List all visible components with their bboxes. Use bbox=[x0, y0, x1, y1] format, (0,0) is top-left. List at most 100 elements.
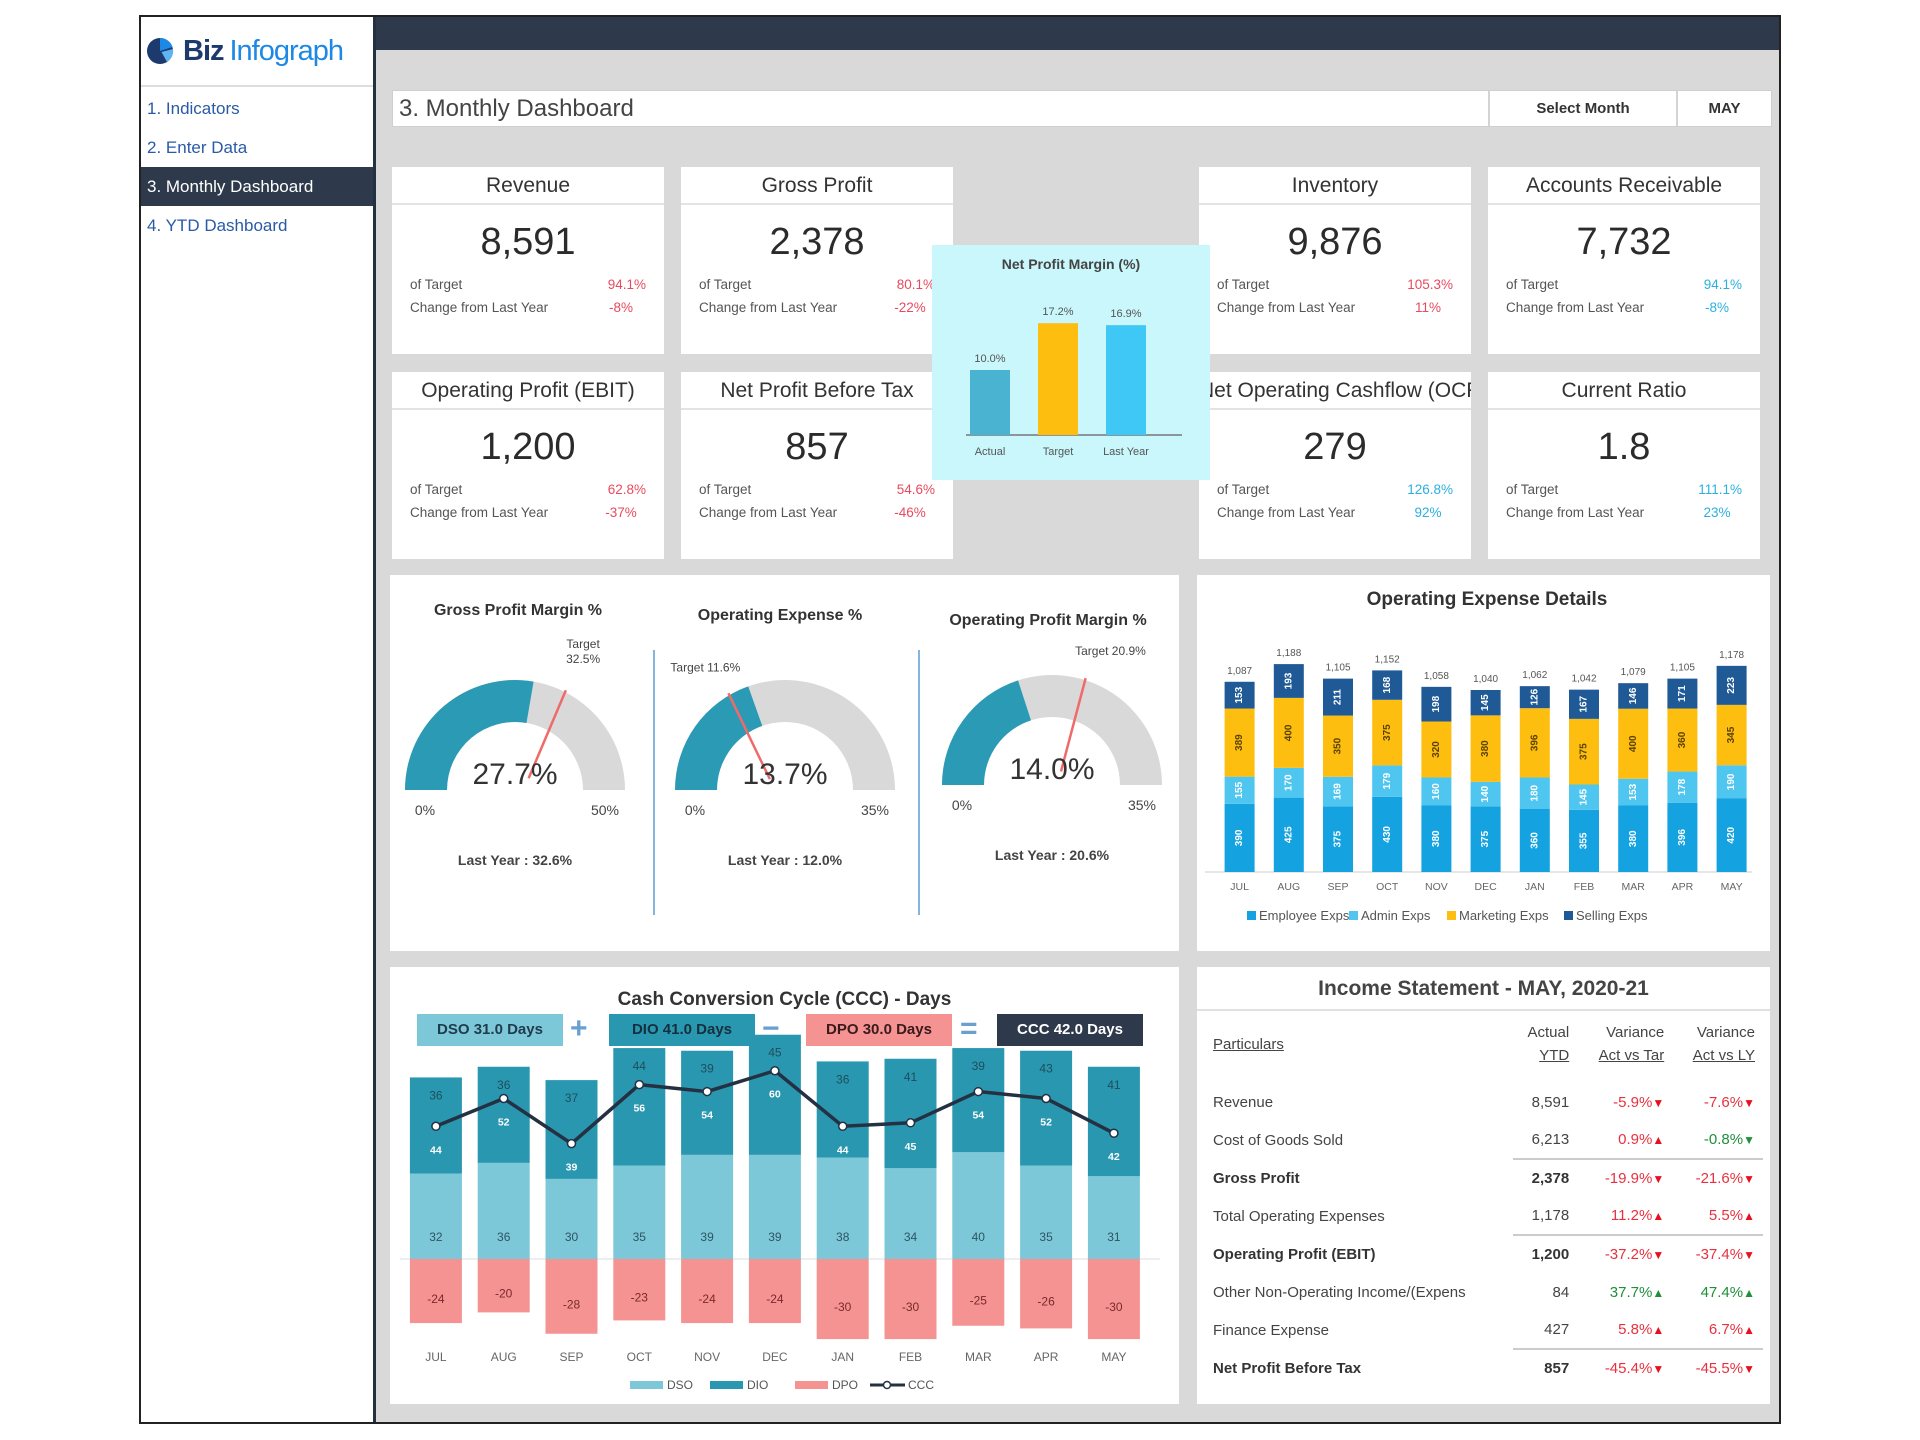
row-label: Net Profit Before Tax bbox=[1213, 1359, 1362, 1377]
ccc-label: 56 bbox=[633, 1103, 645, 1115]
row-actual: 1,200 bbox=[1513, 1234, 1578, 1273]
row-label: Cost of Goods Sold bbox=[1213, 1131, 1344, 1149]
dpo-label: -28 bbox=[563, 1297, 581, 1311]
segment-label: 360 bbox=[1529, 832, 1540, 849]
legend-swatch-selling-exps bbox=[1564, 911, 1573, 920]
segment-label: 360 bbox=[1677, 731, 1688, 748]
dpo-label: -26 bbox=[1037, 1295, 1055, 1309]
month-select[interactable]: MAY bbox=[1676, 91, 1771, 126]
ccc-point bbox=[905, 1118, 916, 1128]
row-label: Other Non-Operating Income/(Expens bbox=[1213, 1283, 1466, 1301]
ccc-point bbox=[566, 1138, 577, 1149]
kpi-title: Net Operating Cashflow (OCF bbox=[1199, 372, 1471, 410]
bar-last-year bbox=[1106, 325, 1146, 435]
segment-label: 345 bbox=[1726, 726, 1737, 743]
brand-logo: Biz Infograph bbox=[141, 17, 373, 87]
bar-segment-dpo bbox=[1087, 1259, 1140, 1340]
segment-label: 169 bbox=[1333, 783, 1344, 800]
segment-label: 140 bbox=[1480, 785, 1491, 802]
segment-label: 375 bbox=[1382, 724, 1393, 741]
ccc-label: 44 bbox=[430, 1144, 442, 1156]
target-label: Target 11.6% bbox=[670, 661, 740, 675]
target-label: Target 20.9% bbox=[1075, 644, 1146, 658]
kpi-target-pct: 54.6% bbox=[896, 482, 935, 497]
kpi-card-operating-profit-ebit: Operating Profit (EBIT) 1,200 of Target 6… bbox=[392, 372, 664, 559]
total-label: 1,062 bbox=[1522, 670, 1547, 681]
row-label: Gross Profit bbox=[1213, 1169, 1300, 1187]
sidebar-item-ytd-dashboard[interactable]: 4. YTD Dashboard bbox=[141, 206, 373, 245]
bar-segment-dpo bbox=[613, 1259, 666, 1321]
row-vs-ly: -7.6% bbox=[1703, 1093, 1744, 1111]
kpi-card-accounts-receivable: Accounts Receivable 7,732 of Target 94.1%… bbox=[1488, 167, 1760, 354]
row-vs-target: -45.4% bbox=[1604, 1360, 1653, 1377]
bar-segment-dso bbox=[545, 1178, 598, 1259]
segment-label: 355 bbox=[1579, 832, 1590, 849]
bar-segment-dpo bbox=[952, 1259, 1005, 1326]
sidebar-item-indicators[interactable]: 1. Indicators bbox=[141, 89, 373, 128]
down-arrow-icon: ▼ bbox=[1743, 1362, 1755, 1376]
kpi-target-pct: 105.3% bbox=[1407, 277, 1453, 292]
ccc-label: 52 bbox=[498, 1117, 510, 1129]
tick-label: AUG bbox=[1277, 881, 1300, 893]
legend-label: Marketing Exps bbox=[1459, 908, 1549, 923]
up-arrow-icon: ▲ bbox=[1652, 1285, 1665, 1300]
ccc-point bbox=[973, 1086, 984, 1097]
up-arrow-icon: ▲ bbox=[1652, 1323, 1665, 1337]
dpo-label: -30 bbox=[834, 1300, 852, 1314]
kpi-card-net-operating-cashflow-ocf: Net Operating Cashflow (OCF 279 of Targe… bbox=[1199, 372, 1471, 559]
dio-label: 36 bbox=[429, 1088, 443, 1102]
sidebar-item-enter-data[interactable]: 2. Enter Data bbox=[141, 128, 373, 167]
legend-swatch-admin-exps bbox=[1349, 911, 1358, 920]
ccc-label: 44 bbox=[837, 1144, 849, 1156]
down-arrow-icon: ▼ bbox=[1652, 1248, 1665, 1262]
chart-title: Net Profit Margin (%) bbox=[1002, 256, 1140, 272]
income-row: Operating Profit (EBIT) 1,200 -37.2%▼ -3… bbox=[1213, 1234, 1763, 1273]
ccc-label: 42 bbox=[1108, 1151, 1120, 1163]
kpi-change: -46% bbox=[894, 505, 926, 520]
kpi-target-pct: 62.8% bbox=[607, 482, 646, 497]
segment-label: 155 bbox=[1234, 781, 1245, 798]
dpo-label: -24 bbox=[427, 1292, 445, 1306]
bar-segment-dpo bbox=[1020, 1259, 1073, 1329]
dio-label: 43 bbox=[1039, 1062, 1053, 1076]
data-label: 17.2% bbox=[1042, 306, 1073, 318]
segment-label: 380 bbox=[1480, 740, 1491, 757]
segment-label: 168 bbox=[1382, 676, 1393, 693]
ccc-label: 54 bbox=[701, 1110, 713, 1122]
kpi-value: 857 bbox=[785, 426, 849, 468]
kpi-title: Operating Profit (EBIT) bbox=[392, 372, 664, 410]
segment-label: 375 bbox=[1480, 830, 1491, 847]
brand-name-part1: Biz bbox=[183, 34, 224, 67]
dpo-label: -25 bbox=[970, 1293, 988, 1307]
net-profit-margin-chart: Net Profit Margin (%) 10.0% Actual 17.2% Tar… bbox=[932, 245, 1210, 480]
row-vs-target: 37.7% bbox=[1609, 1283, 1653, 1301]
tick-label: JAN bbox=[1525, 881, 1545, 893]
dpo-label: -24 bbox=[766, 1292, 784, 1306]
income-row: Revenue 8,591 -5.9%▼ -7.6%▼ bbox=[1213, 1083, 1763, 1121]
sidebar-item-monthly-dashboard[interactable]: 3. Monthly Dashboard bbox=[141, 167, 373, 206]
legend-swatch-dso bbox=[630, 1381, 663, 1389]
segment-label: 223 bbox=[1726, 677, 1737, 694]
segment-label: 160 bbox=[1431, 783, 1442, 800]
down-arrow-icon: ▼ bbox=[1743, 1248, 1755, 1262]
segment-label: 375 bbox=[1579, 743, 1590, 760]
ccc-point bbox=[431, 1121, 441, 1132]
col-vt-1: Variance bbox=[1606, 1024, 1665, 1041]
gauge-value: 14.0% bbox=[1009, 753, 1094, 786]
pie-logo-icon bbox=[147, 37, 174, 64]
dso-label: 38 bbox=[836, 1230, 850, 1244]
legend-swatch-dio bbox=[710, 1381, 743, 1389]
row-vs-target: -5.9% bbox=[1613, 1093, 1653, 1111]
segment-label: 396 bbox=[1677, 829, 1688, 846]
gauges-svg: Gross Profit Margin % 27.7% 0% 50% Target32.… bbox=[405, 602, 1162, 915]
tick-label: APR bbox=[1034, 1350, 1059, 1364]
income-statement-title: Income Statement - MAY, 2020-21 bbox=[1197, 977, 1770, 1011]
segment-label: 193 bbox=[1283, 672, 1294, 689]
bar-segment-dpo bbox=[748, 1259, 801, 1324]
top-bar bbox=[376, 17, 1779, 50]
ccc-point bbox=[1109, 1128, 1119, 1138]
bar-segment-dpo bbox=[477, 1259, 530, 1313]
tick-label: NOV bbox=[1425, 881, 1448, 893]
total-label: 1,178 bbox=[1719, 650, 1744, 661]
tick-label: FEB bbox=[899, 1350, 922, 1364]
